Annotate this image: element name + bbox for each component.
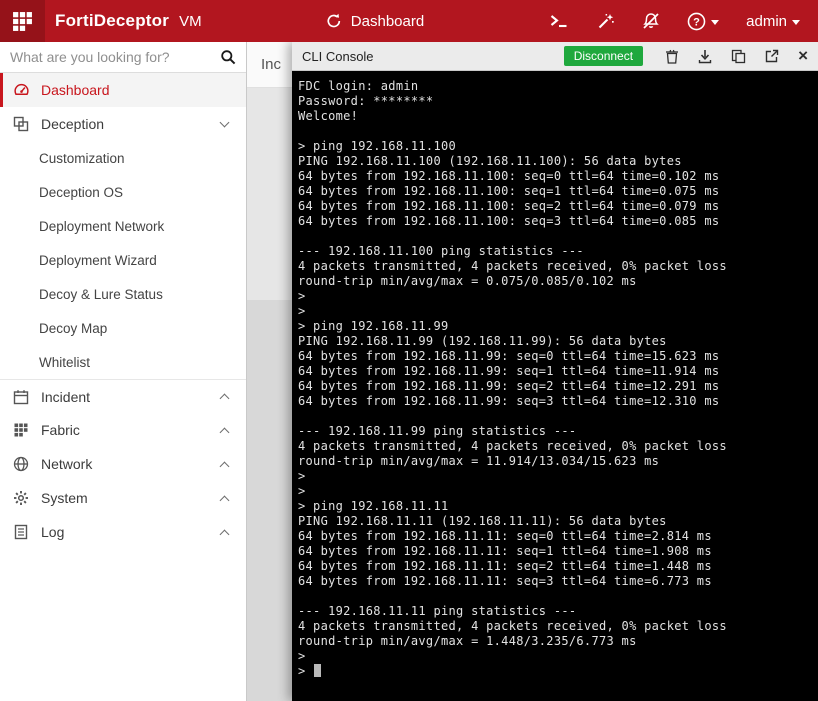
nav-title: Dashboard [350, 12, 425, 30]
fabric-icon [12, 422, 30, 438]
wand-icon [597, 12, 615, 30]
chevron-up-icon [219, 529, 230, 539]
sidebar-subitem-label: Deception OS [39, 184, 124, 200]
terminal-output: FDC login: admin Password: ******** Welc… [298, 79, 727, 678]
sidebar-subitem-label: Decoy & Lure Status [39, 286, 163, 302]
bell-slash-icon [642, 12, 660, 30]
svg-text:?: ? [693, 16, 700, 28]
dashboard-icon [12, 82, 30, 99]
caret-down-icon [711, 19, 720, 25]
user-menu-button[interactable]: admin [746, 13, 800, 30]
sidebar-item-label: Log [41, 524, 65, 540]
console-toolbar: Disconnect × [563, 46, 808, 66]
cli-console-window: CLI Console Disconnect × FDC login: admi… [292, 42, 818, 701]
help-menu-button[interactable]: ? [687, 12, 720, 31]
refresh-icon [326, 13, 342, 29]
sidebar-item-label: Dashboard [41, 82, 110, 98]
sidebar-subitem-label: Deployment Wizard [39, 252, 157, 268]
chevron-up-icon [219, 427, 230, 437]
sidebar-subitem-label: Customization [39, 150, 125, 166]
grid-logo-icon [12, 11, 33, 32]
sidebar: Dashboard Deception Customization Deception… [0, 42, 247, 701]
cli-console-header: CLI Console Disconnect × [292, 42, 818, 71]
download-icon[interactable] [698, 49, 712, 64]
background-panel-title: Inc [261, 56, 282, 73]
close-icon[interactable]: × [798, 47, 808, 64]
sidebar-item-system[interactable]: System [0, 481, 246, 515]
sidebar-item-dashboard[interactable]: Dashboard [0, 73, 246, 107]
network-icon [12, 456, 30, 472]
console-title: CLI Console [302, 48, 374, 64]
topbar-actions: ? admin [549, 12, 818, 31]
cli-console-button[interactable] [549, 13, 570, 29]
sidebar-item-fabric[interactable]: Fabric [0, 413, 246, 447]
sidebar-subitem-decoy-map[interactable]: Decoy Map [0, 311, 246, 345]
brand-edition: VM [179, 12, 202, 30]
nav-dashboard[interactable]: Dashboard [326, 13, 424, 30]
sidebar-subitem-whitelist[interactable]: Whitelist [0, 345, 246, 379]
sidebar-subitem-decoy-lure-status[interactable]: Decoy & Lure Status [0, 277, 246, 311]
sidebar-nav: Dashboard Deception Customization Deception… [0, 73, 246, 549]
sidebar-item-log[interactable]: Log [0, 515, 246, 549]
terminal[interactable]: FDC login: admin Password: ******** Welc… [292, 71, 818, 701]
search-input[interactable] [10, 49, 220, 65]
brand-name: FortiDeceptor [55, 11, 170, 30]
sidebar-subitem-deployment-network[interactable]: Deployment Network [0, 209, 246, 243]
deployment-wizard-button[interactable] [597, 12, 615, 30]
sidebar-item-label: Network [41, 456, 93, 472]
topbar: FortiDeceptor VM Dashboard ? admin [0, 0, 818, 42]
external-icon[interactable] [765, 49, 779, 63]
sidebar-item-label: Incident [41, 388, 91, 405]
help-icon: ? [687, 12, 706, 31]
sidebar-item-label: System [41, 490, 88, 506]
sidebar-item-label: Fabric [41, 422, 80, 438]
sidebar-subitem-label: Whitelist [39, 354, 91, 370]
disconnect-button[interactable]: Disconnect [563, 46, 644, 66]
log-icon [12, 524, 30, 540]
chevron-up-icon [219, 495, 230, 505]
app-logo[interactable] [0, 0, 45, 42]
caret-down-icon [792, 19, 800, 25]
sidebar-item-network[interactable]: Network [0, 447, 246, 481]
search-icon[interactable] [220, 49, 236, 65]
deception-icon [12, 116, 30, 132]
incident-icon [12, 389, 30, 405]
sidebar-subitem-deception-os[interactable]: Deception OS [0, 175, 246, 209]
sidebar-item-incident[interactable]: Incident [0, 379, 246, 413]
chevron-up-icon [219, 461, 230, 471]
trash-icon[interactable] [665, 49, 679, 64]
sidebar-item-deception[interactable]: Deception [0, 107, 246, 141]
terminal-cursor [314, 664, 322, 677]
notifications-muted-button[interactable] [642, 12, 660, 30]
system-icon [12, 490, 30, 506]
sidebar-subitem-label: Deployment Network [39, 218, 165, 234]
sidebar-search [0, 42, 246, 73]
chevron-up-icon [219, 393, 230, 404]
user-menu-label: admin [746, 12, 787, 30]
sidebar-subitem-label: Decoy Map [39, 320, 108, 336]
terminal-icon [549, 13, 570, 29]
chevron-down-icon [219, 117, 230, 128]
sidebar-subitem-customization[interactable]: Customization [0, 141, 246, 175]
sidebar-subitem-deployment-wizard[interactable]: Deployment Wizard [0, 243, 246, 277]
sidebar-item-label: Deception [41, 116, 105, 132]
copy-icon[interactable] [731, 49, 746, 64]
